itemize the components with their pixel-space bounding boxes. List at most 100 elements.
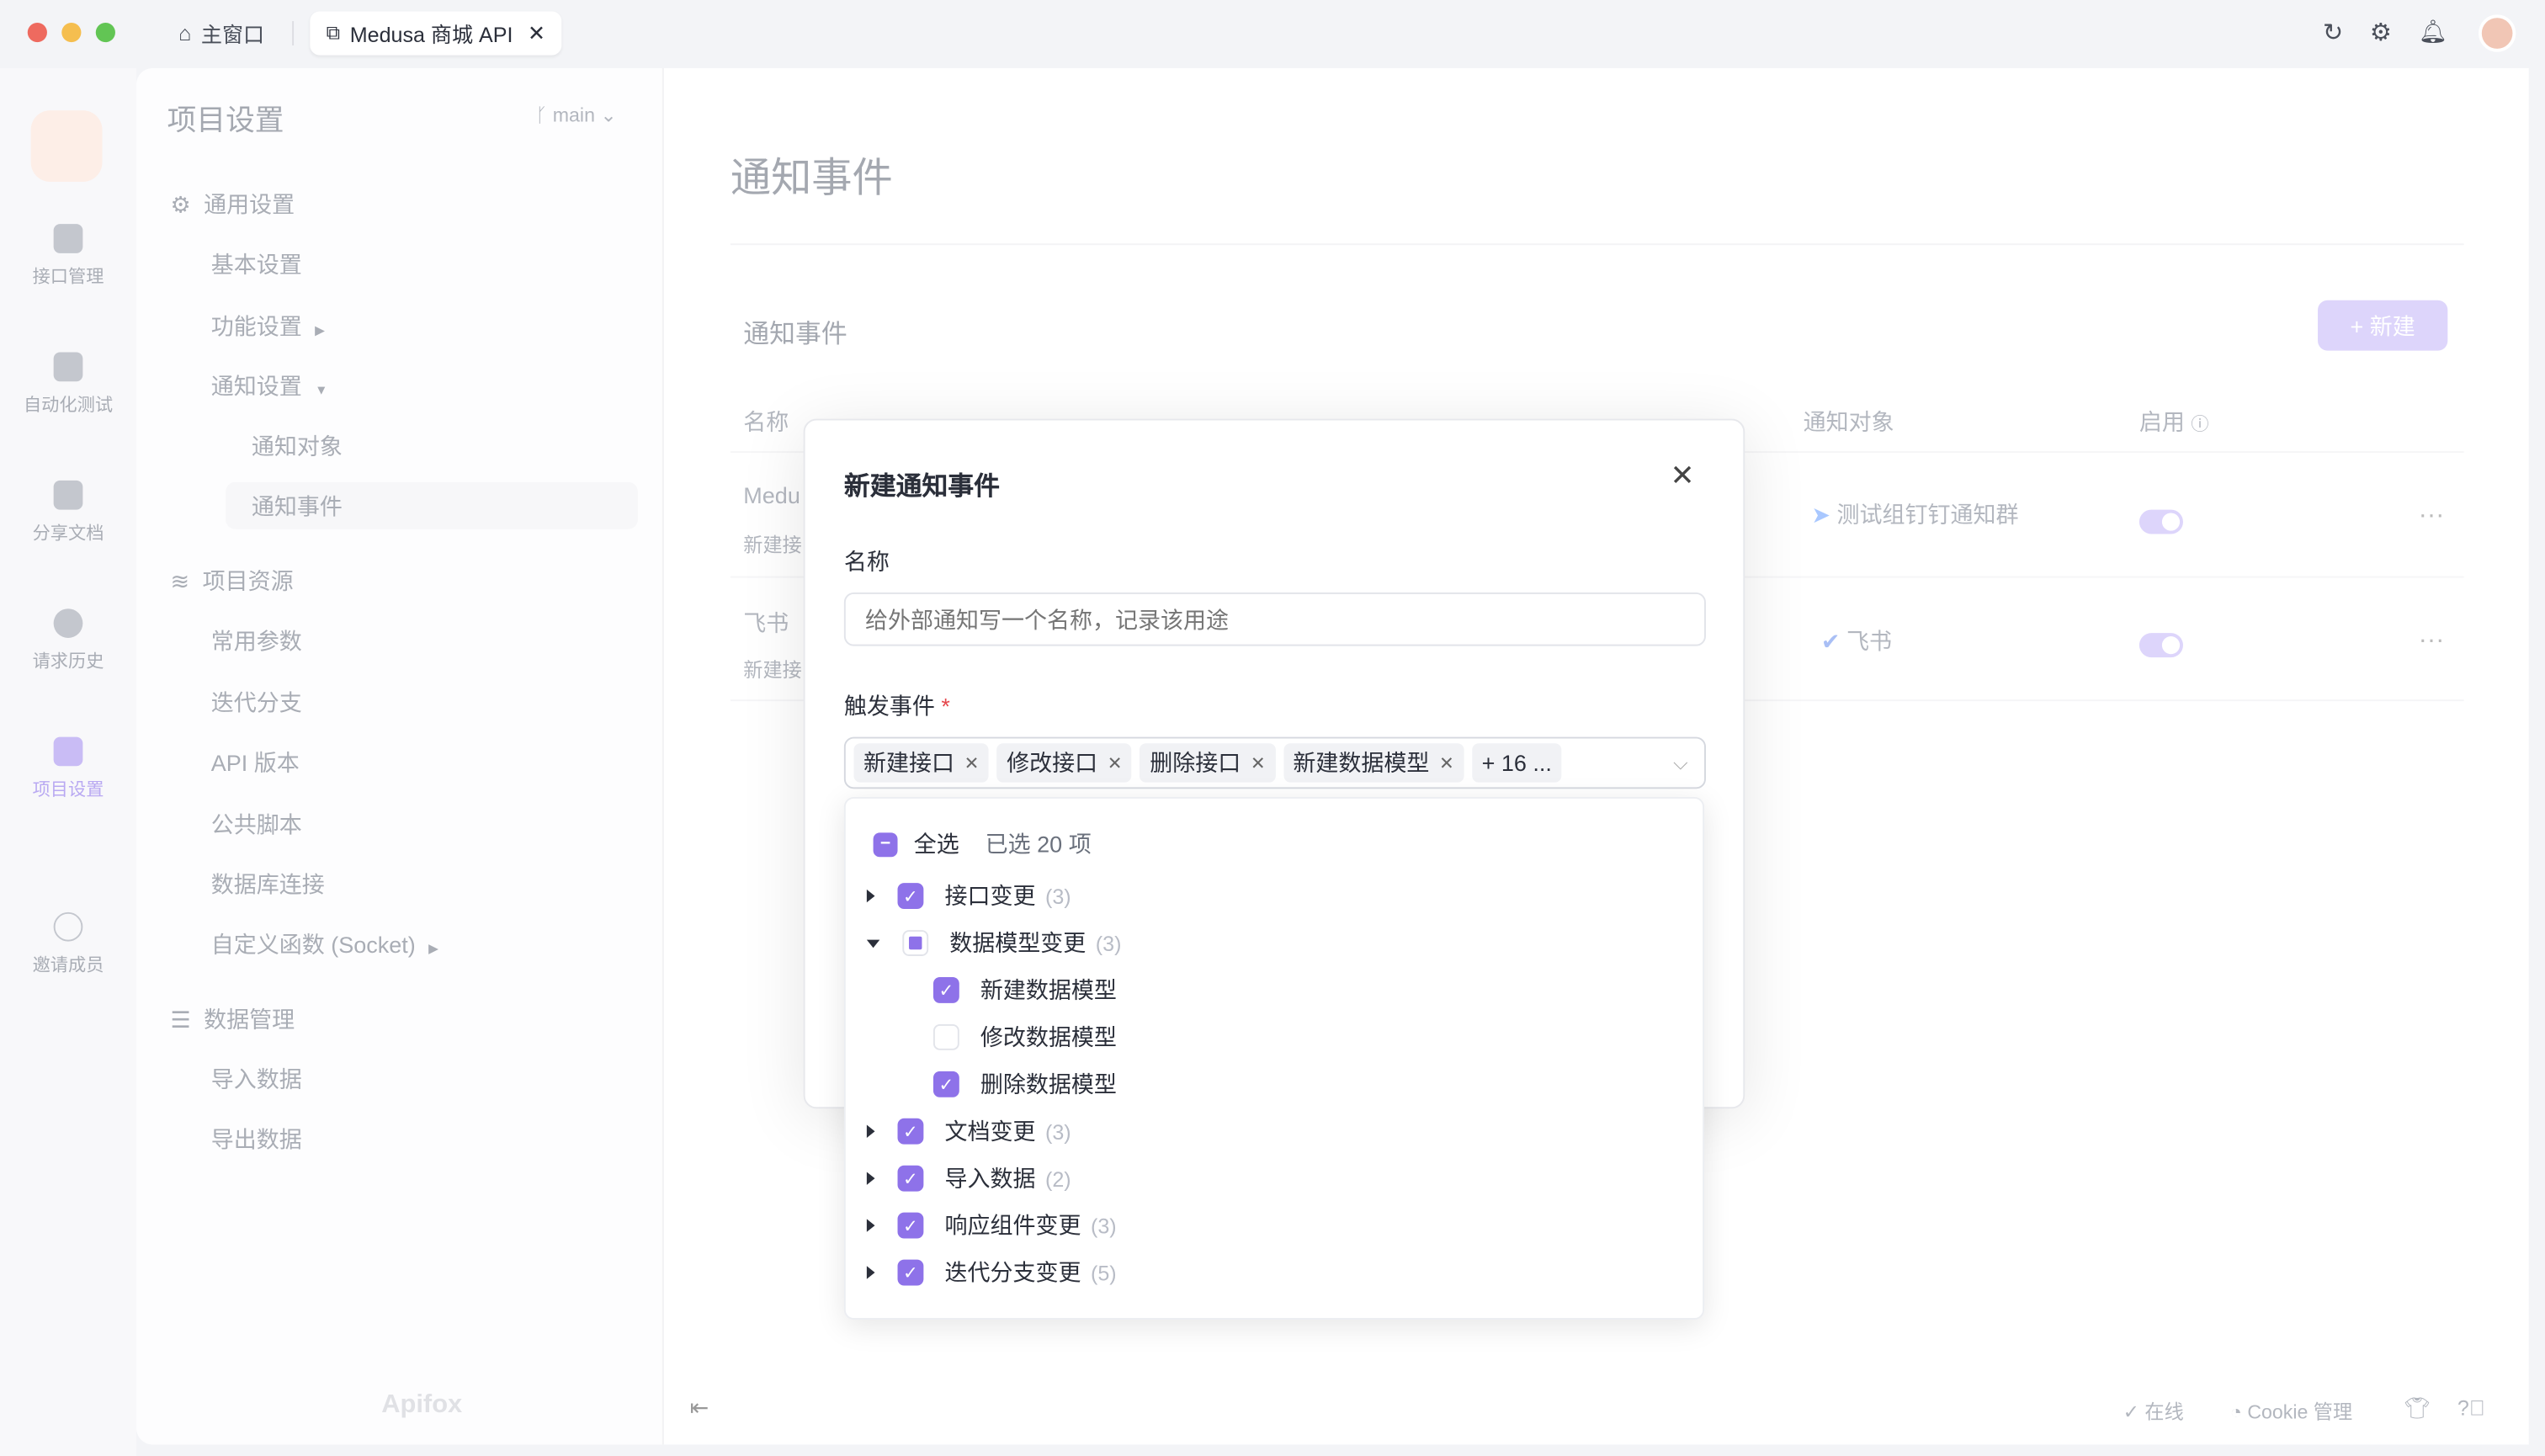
bell-icon[interactable]: 🔔︎ (2419, 18, 2447, 45)
close-tab-icon[interactable]: ✕ (528, 20, 545, 46)
menu-notifications[interactable]: 通知设置 ▼ (211, 370, 328, 403)
menu-group-resources[interactable]: ≋ 项目资源 (171, 565, 294, 598)
selected-tag: 新建接口 ✕ (853, 743, 989, 783)
group-checkbox[interactable]: ✓ (897, 1259, 924, 1286)
gear-icon: ⚙ (170, 191, 191, 218)
caret-right-icon[interactable] (866, 889, 875, 903)
online-status[interactable]: ✓ 在线 (2123, 1398, 2184, 1426)
event-item-row[interactable]: ✓ 删除数据模型 (932, 1066, 1117, 1102)
remove-tag-icon[interactable]: ✕ (1108, 752, 1123, 773)
database-icon: ☰ (170, 1006, 191, 1033)
settings-icon[interactable]: ⚙ (2370, 18, 2392, 47)
menu-custom-functions[interactable]: 自定义函数 (Socket) ▶ (211, 928, 438, 961)
caret-right-icon[interactable] (866, 1172, 875, 1185)
chevron-down-icon[interactable]: ⌵ (1673, 751, 1688, 775)
select-all-checkbox[interactable]: − (873, 832, 898, 857)
rail-item-invite[interactable]: 邀请成员 (0, 911, 136, 977)
menu-api-version[interactable]: API 版本 (211, 747, 300, 779)
event-group-row[interactable]: 数据模型变更 (3) (866, 925, 1121, 960)
remove-tag-icon[interactable]: ✕ (964, 752, 980, 773)
collapse-sidebar-icon[interactable]: ⇤ (690, 1395, 709, 1422)
group-checkbox[interactable]: ✓ (897, 1118, 924, 1145)
avatar[interactable] (2478, 14, 2516, 52)
trigger-event-select[interactable]: 新建接口 ✕ 修改接口 ✕ 删除接口 ✕ 新建数据模型 ✕ + 16 ... ⌵ (843, 736, 1706, 789)
event-item-row[interactable]: 修改数据模型 (932, 1019, 1117, 1055)
new-event-button[interactable]: + 新建 (2318, 300, 2448, 351)
menu-export[interactable]: 导出数据 (211, 1124, 302, 1156)
dingtalk-icon: ➤ (1811, 501, 1837, 528)
menu-basic[interactable]: 基本设置 (211, 248, 302, 281)
menu-branches[interactable]: 迭代分支 (211, 687, 302, 720)
branch-icon: ᚴ (535, 104, 553, 127)
menu-database[interactable]: 数据库连接 (211, 869, 325, 901)
caret-right-icon: ▶ (428, 941, 439, 956)
more-icon[interactable]: ··· (2419, 626, 2445, 656)
rail-item-api[interactable]: 接口管理 (0, 224, 136, 289)
trigger-event-dropdown: − 全选 已选 20 项 ✓ 接口变更 (3) 数据模型变更 (3) ✓ 新建数据… (843, 796, 1705, 1320)
caret-right-icon[interactable] (866, 1266, 875, 1279)
event-group-row[interactable]: ✓ 迭代分支变更 (5) (866, 1255, 1117, 1290)
required-mark: * (941, 693, 950, 720)
row-name: Medu (743, 481, 800, 508)
caret-down-icon[interactable] (866, 938, 880, 948)
enable-toggle[interactable] (2139, 633, 2183, 658)
rail-item-project-settings[interactable]: 项目设置 (0, 736, 136, 802)
menu-import[interactable]: 导入数据 (211, 1063, 302, 1096)
menu-group-general[interactable]: ⚙ 通用设置 (171, 189, 295, 221)
row-name: 飞书 (743, 610, 789, 637)
rail-item-automation[interactable]: 自动化测试 (0, 352, 136, 417)
event-group-row[interactable]: ✓ 响应组件变更 (3) (866, 1208, 1117, 1243)
column-name: 名称 (743, 409, 789, 435)
group-checkbox[interactable]: ✓ (897, 883, 924, 910)
rail-item-share-docs[interactable]: 分享文档 (0, 480, 136, 545)
group-checkbox[interactable] (902, 930, 929, 956)
caret-right-icon[interactable] (866, 1124, 875, 1138)
branch-selector[interactable]: ᚴ main ⌄ (535, 104, 616, 126)
tab-project[interactable]: ⧉ Medusa 商城 API ✕ (310, 11, 562, 56)
caret-right-icon[interactable] (866, 1219, 875, 1232)
name-input[interactable] (843, 592, 1706, 646)
cookie-manager[interactable]: ◔ Cookie 管理 (2230, 1398, 2352, 1426)
remove-tag-icon[interactable]: ✕ (1251, 752, 1266, 773)
menu-scripts[interactable]: 公共脚本 (211, 808, 302, 841)
selected-tag: 修改接口 ✕ (996, 743, 1133, 783)
event-group-row[interactable]: ✓ 接口变更 (3) (866, 878, 1071, 913)
refresh-icon[interactable]: ↻ (2323, 18, 2343, 47)
minimize-window-button[interactable] (61, 23, 82, 43)
event-checkbox[interactable] (932, 1023, 959, 1050)
event-group-row[interactable]: ✓ 文档变更 (3) (866, 1113, 1071, 1149)
event-item-row[interactable]: ✓ 新建数据模型 (932, 972, 1117, 1007)
event-checkbox[interactable]: ✓ (932, 977, 959, 1003)
group-checkbox[interactable]: ✓ (897, 1165, 924, 1192)
help-icon[interactable]: ⓘ (2191, 416, 2208, 435)
rail-item-history[interactable]: 请求历史 (0, 608, 136, 673)
menu-notification-events[interactable]: 通知事件 (252, 490, 343, 523)
trigger-label: 触发事件 * (843, 693, 950, 720)
select-all-row[interactable]: − 全选 已选 20 项 (873, 826, 1092, 862)
enable-toggle[interactable] (2139, 509, 2183, 534)
menu-group-data[interactable]: ☰ 数据管理 (171, 1003, 295, 1036)
section-title: 通知事件 (743, 321, 847, 349)
icon-rail: 接口管理 自动化测试 分享文档 请求历史 项目设置 邀请成员 (0, 68, 137, 1456)
external-link-icon: ⧉ (326, 21, 341, 45)
close-icon[interactable]: ✕ (1671, 460, 1695, 494)
group-checkbox[interactable]: ✓ (897, 1212, 924, 1239)
remove-tag-icon[interactable]: ✕ (1439, 752, 1454, 773)
close-window-button[interactable] (27, 23, 47, 43)
target-chip: ➤ 测试组钉钉通知群 (1811, 501, 2019, 528)
menu-params[interactable]: 常用参数 (211, 625, 302, 658)
menu-features[interactable]: 功能设置 ▶ (211, 310, 325, 343)
maximize-window-button[interactable] (95, 23, 115, 43)
event-checkbox[interactable]: ✓ (932, 1071, 959, 1097)
project-logo (30, 110, 103, 183)
event-group-row[interactable]: ✓ 导入数据 (2) (866, 1161, 1071, 1196)
history-icon (53, 608, 83, 638)
shirt-icon[interactable]: 👕︎ (2404, 1396, 2431, 1422)
help-icon[interactable]: ?⃝ (2457, 1396, 2485, 1421)
automation-icon (53, 352, 83, 382)
target-chip: ✔ 飞书 (1820, 628, 1893, 655)
tab-home[interactable]: ⌂ 主窗口 (162, 12, 281, 56)
column-target: 通知对象 (1803, 409, 1894, 435)
more-icon[interactable]: ··· (2419, 502, 2445, 531)
menu-notification-targets[interactable]: 通知对象 (252, 430, 343, 463)
